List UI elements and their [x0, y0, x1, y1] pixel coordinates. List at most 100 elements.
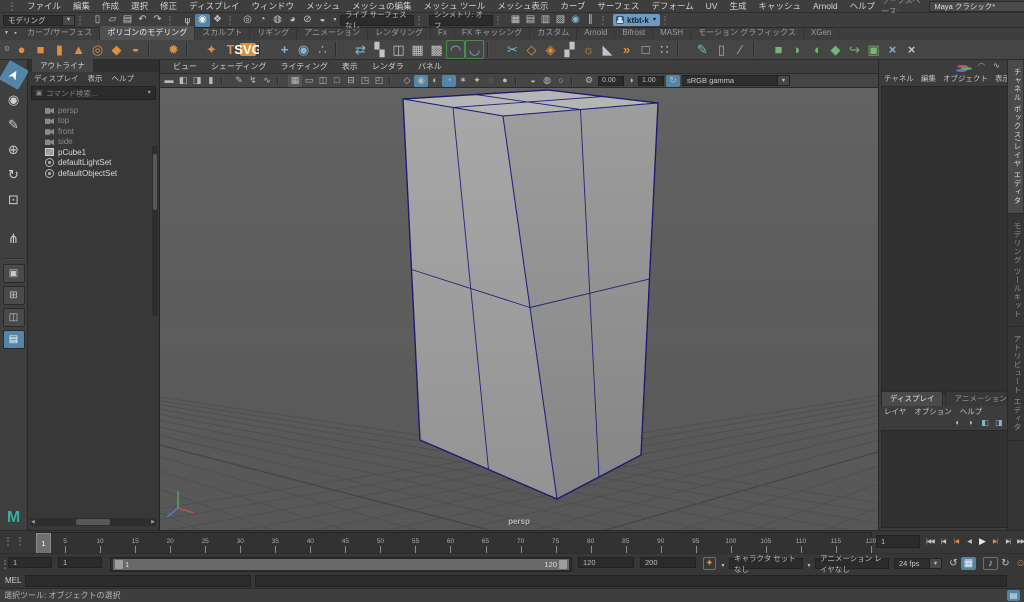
- evaluation-mode-icon[interactable]: ☺: [1013, 557, 1024, 570]
- layer-list[interactable]: [881, 430, 1009, 528]
- outliner-item[interactable]: side: [28, 137, 159, 148]
- lattice-icon[interactable]: □: [636, 40, 655, 59]
- channel-box-content[interactable]: [881, 86, 1009, 394]
- outliner-horizontal-scrollbar[interactable]: ◀ ▶: [30, 518, 156, 526]
- paint-select-tool[interactable]: ✎: [3, 114, 25, 136]
- outliner-menu-item[interactable]: ヘルプ: [111, 73, 134, 84]
- sidebar-vertical-tab[interactable]: アトリビュート エディタ: [1008, 327, 1023, 441]
- poly-sphere-icon[interactable]: ●: [12, 40, 31, 59]
- select-object-icon[interactable]: ◉: [195, 14, 210, 27]
- grease-frame-icon[interactable]: ∿: [260, 75, 274, 87]
- poly-cylinder-icon[interactable]: ▮: [50, 40, 69, 59]
- layer-new-empty-icon[interactable]: ◗: [965, 417, 977, 430]
- select-tool[interactable]: ➤: [0, 60, 29, 90]
- render-current-icon[interactable]: ▤: [523, 14, 538, 27]
- outliner-item[interactable]: front: [28, 126, 159, 137]
- multi-cut-icon[interactable]: ✂: [503, 40, 522, 59]
- layer-menu-item[interactable]: オプション: [914, 406, 952, 417]
- symmetry-field[interactable]: シンメトリ: オフ: [429, 15, 493, 26]
- shelf-tab[interactable]: XGen: [804, 27, 839, 39]
- menu-item[interactable]: デフォーム: [645, 0, 699, 12]
- wireframe-icon[interactable]: ◇: [400, 75, 414, 87]
- shelf-tab[interactable]: カーブ/サーフェス: [20, 26, 100, 40]
- chevron-down-icon[interactable]: ▼: [777, 76, 789, 85]
- lasso-select-tool[interactable]: ◉: [3, 89, 25, 111]
- boolean-intersect-icon[interactable]: ◖: [807, 40, 826, 59]
- render-view-icon[interactable]: ▦: [508, 14, 523, 27]
- colorspace-dropdown[interactable]: sRGB gamma▼: [682, 75, 790, 86]
- layout-two-pane[interactable]: ◫: [3, 308, 25, 327]
- crease-tool-icon[interactable]: ✎: [693, 40, 712, 59]
- chevron-down-icon[interactable]: ▼: [147, 90, 152, 96]
- shelf-tab[interactable]: FX キャッシング: [455, 26, 530, 40]
- shelf-tab[interactable]: リギング: [250, 26, 297, 40]
- group-grip[interactable]: [418, 16, 425, 25]
- viewport-menu-item[interactable]: レンダラ: [365, 61, 411, 72]
- gate-mask-icon[interactable]: □: [330, 75, 344, 87]
- menu-item[interactable]: 生成: [723, 0, 752, 12]
- normals-icon[interactable]: ∕: [731, 40, 750, 59]
- exposure-gear-icon[interactable]: ⚙: [582, 75, 596, 87]
- layout-outliner-persp[interactable]: ▤: [3, 330, 25, 349]
- shelf-tab[interactable]: Arnold: [577, 27, 615, 39]
- spread-arrows-icon[interactable]: »: [617, 40, 636, 59]
- menu-item[interactable]: ディスプレイ: [183, 0, 245, 12]
- menu-item[interactable]: カーブ: [554, 0, 591, 12]
- chevron-down-icon[interactable]: ▼: [331, 14, 339, 27]
- xray-icon[interactable]: ◍: [540, 75, 554, 87]
- cleanup-icon[interactable]: ×: [883, 40, 902, 59]
- select-hierarchy-icon[interactable]: ⋔: [180, 14, 195, 27]
- move-tool[interactable]: ⊕: [3, 139, 25, 161]
- outliner-vertical-scrollbar[interactable]: [152, 146, 158, 316]
- poly-plane-icon[interactable]: ◆: [107, 40, 126, 59]
- platonic-solid-icon[interactable]: ✹: [164, 40, 183, 59]
- live-surface-field[interactable]: ライブ サーフェスなし: [340, 15, 414, 26]
- pcube-mesh[interactable]: [403, 90, 658, 499]
- menu-item[interactable]: ファイル: [21, 0, 67, 12]
- menu-item[interactable]: ウィンドウ: [245, 0, 300, 12]
- motion-blur-icon[interactable]: ◌: [484, 75, 498, 87]
- flip-icon[interactable]: ▞: [560, 40, 579, 59]
- channel-box-menu-item[interactable]: 編集: [921, 73, 936, 84]
- menu-item[interactable]: メッシュ: [300, 0, 346, 12]
- view-cube-icon[interactable]: ▬: [162, 75, 176, 87]
- sidebar-vertical-tab[interactable]: モデリング ツールキット: [1008, 214, 1023, 328]
- outliner-item[interactable]: persp: [28, 105, 159, 116]
- chevron-down-icon[interactable]: ▼: [719, 560, 727, 573]
- outliner-item[interactable]: top: [28, 116, 159, 127]
- grid-points-icon[interactable]: ∷: [655, 40, 674, 59]
- play-forward-button[interactable]: ▶: [976, 534, 988, 548]
- ipr-render-icon[interactable]: ▥: [538, 14, 553, 27]
- shelf-tab[interactable]: レンダリング: [368, 26, 431, 40]
- shelf-tab[interactable]: Bifrost: [615, 27, 653, 39]
- undo-icon[interactable]: ↶: [135, 14, 150, 27]
- super-shape-icon[interactable]: ✦: [202, 40, 221, 59]
- connect-icon[interactable]: ◇: [522, 40, 541, 59]
- channel-box-menu-item[interactable]: オブジェクト: [943, 73, 988, 84]
- refresh-icon[interactable]: ↻: [998, 557, 1013, 570]
- field-chart-icon[interactable]: ⊟: [344, 75, 358, 87]
- viewport-menu-item[interactable]: パネル: [411, 61, 449, 72]
- combine-icon[interactable]: ▚: [370, 40, 389, 59]
- step-forward-frame-button[interactable]: ▶|: [1002, 534, 1014, 548]
- animation-end-field[interactable]: 200: [640, 557, 696, 568]
- animation-start-field[interactable]: 1: [8, 557, 52, 568]
- make-live-icon[interactable]: ◒: [315, 14, 330, 27]
- go-to-start-button[interactable]: |◀◀: [924, 534, 936, 548]
- delete-history-icon[interactable]: ×: [902, 40, 921, 59]
- playback-end-field[interactable]: 120: [578, 557, 634, 568]
- group-grip[interactable]: [497, 16, 504, 25]
- speed-state-icon[interactable]: ◠: [976, 60, 987, 73]
- group-grip[interactable]: [229, 16, 236, 25]
- append-polygon-icon[interactable]: ◡: [465, 40, 484, 59]
- safe-title-icon[interactable]: ◰: [372, 75, 386, 87]
- command-result[interactable]: [255, 575, 1007, 587]
- svg-import-icon[interactable]: SVG: [240, 43, 256, 56]
- auto-keyframe-icon[interactable]: ✦: [703, 557, 716, 570]
- remesh-icon[interactable]: ↪: [845, 40, 864, 59]
- menu-item[interactable]: キャッシュ: [753, 0, 808, 12]
- graph-icon[interactable]: ∿: [991, 60, 1002, 73]
- menu-set-dropdown[interactable]: モデリング▼: [3, 15, 75, 26]
- render-globe-icon[interactable]: ◉: [568, 14, 583, 27]
- mute-audio-icon[interactable]: ♪: [983, 557, 998, 570]
